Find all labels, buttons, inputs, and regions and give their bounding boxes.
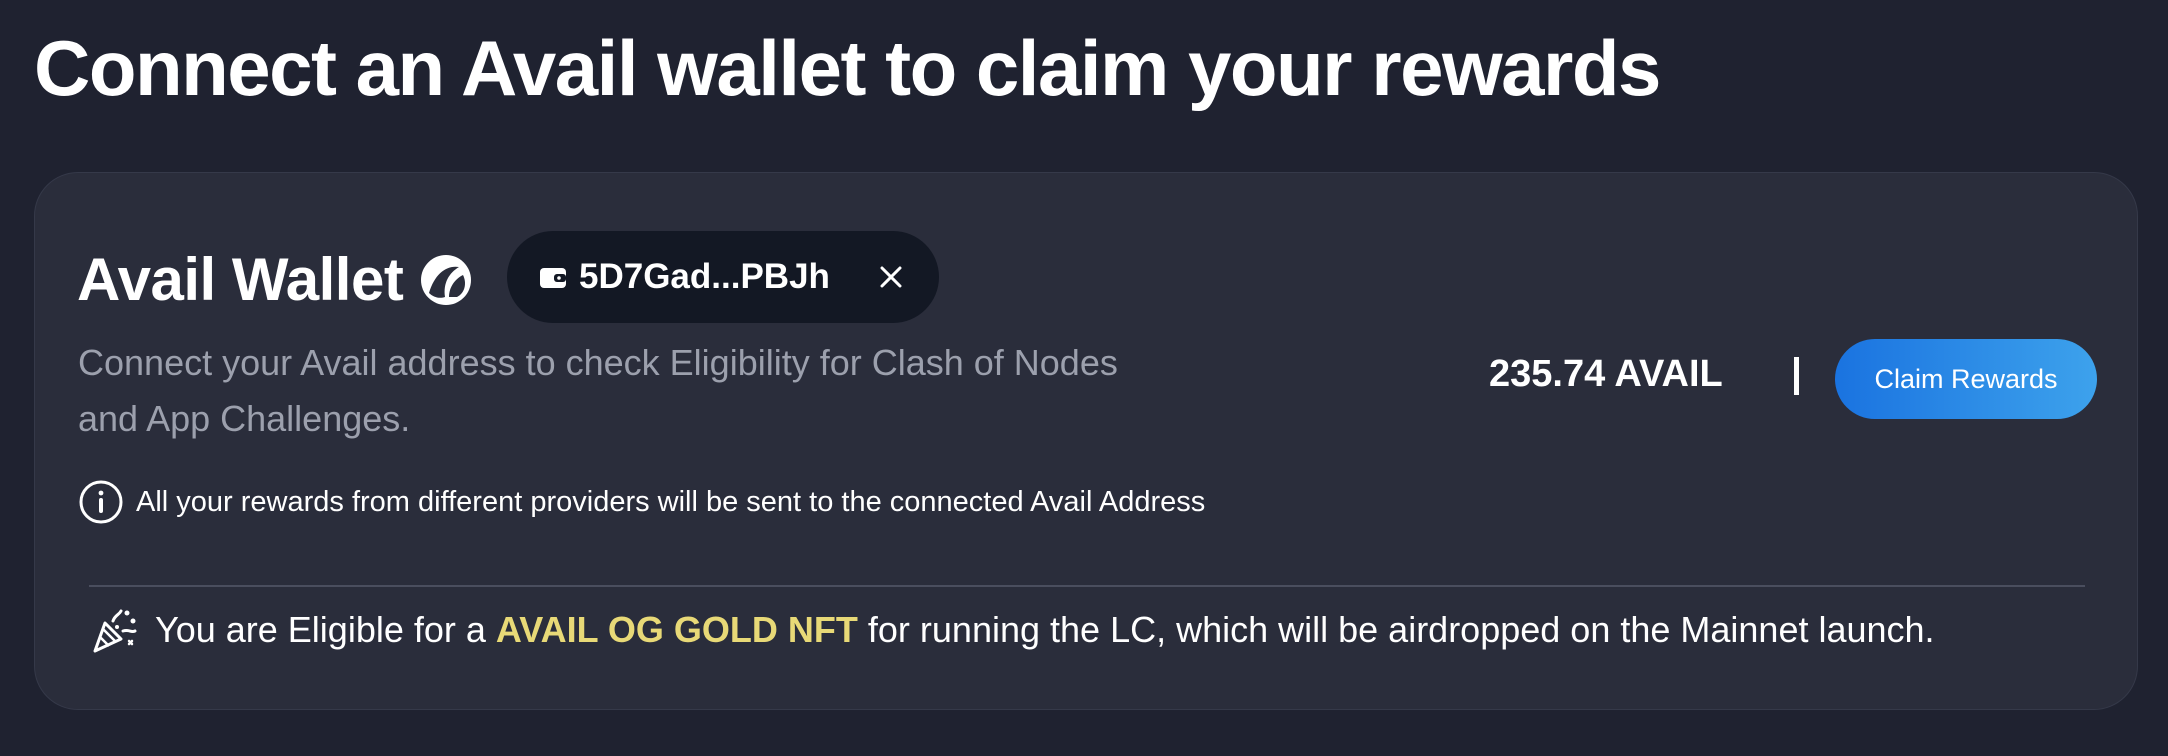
close-icon[interactable] [869,255,913,299]
avail-logo-icon [421,254,472,305]
wallet-title: Avail Wallet [77,246,404,313]
connected-address-chip[interactable]: 5D7Gad...PBJh [507,231,939,323]
party-popper-icon [93,609,137,653]
wallet-heading: Avail Wallet [77,245,473,314]
wallet-address: 5D7Gad...PBJh [579,257,830,296]
info-icon [79,480,123,524]
claim-rewards-button[interactable]: Claim Rewards [1835,339,2097,419]
nft-highlight: AVAIL OG GOLD NFT [495,609,858,650]
separator [1794,357,1799,395]
eligibility-prefix: You are Eligible for a [155,609,496,650]
info-note: All your rewards from different provider… [78,479,1205,525]
divider [89,585,2085,587]
wallet-icon [540,268,566,288]
page: Connect an Avail wallet to claim your re… [0,0,2168,756]
reward-balance: 235.74 AVAIL [1489,353,1723,395]
eligibility-suffix: for running the LC, which will be airdro… [857,609,1935,650]
info-text: All your rewards from different provider… [136,485,1206,518]
wallet-card: Avail Wallet 5D7Gad...PBJh Connect your … [34,172,2138,710]
eligibility-text: You are Eligible for a AVAIL OG GOLD NFT… [155,609,1935,651]
page-title: Connect an Avail wallet to claim your re… [34,24,1661,112]
eligibility-message: You are Eligible for a AVAIL OG GOLD NFT… [89,605,1935,655]
wallet-description: Connect your Avail address to check Elig… [78,342,1118,439]
